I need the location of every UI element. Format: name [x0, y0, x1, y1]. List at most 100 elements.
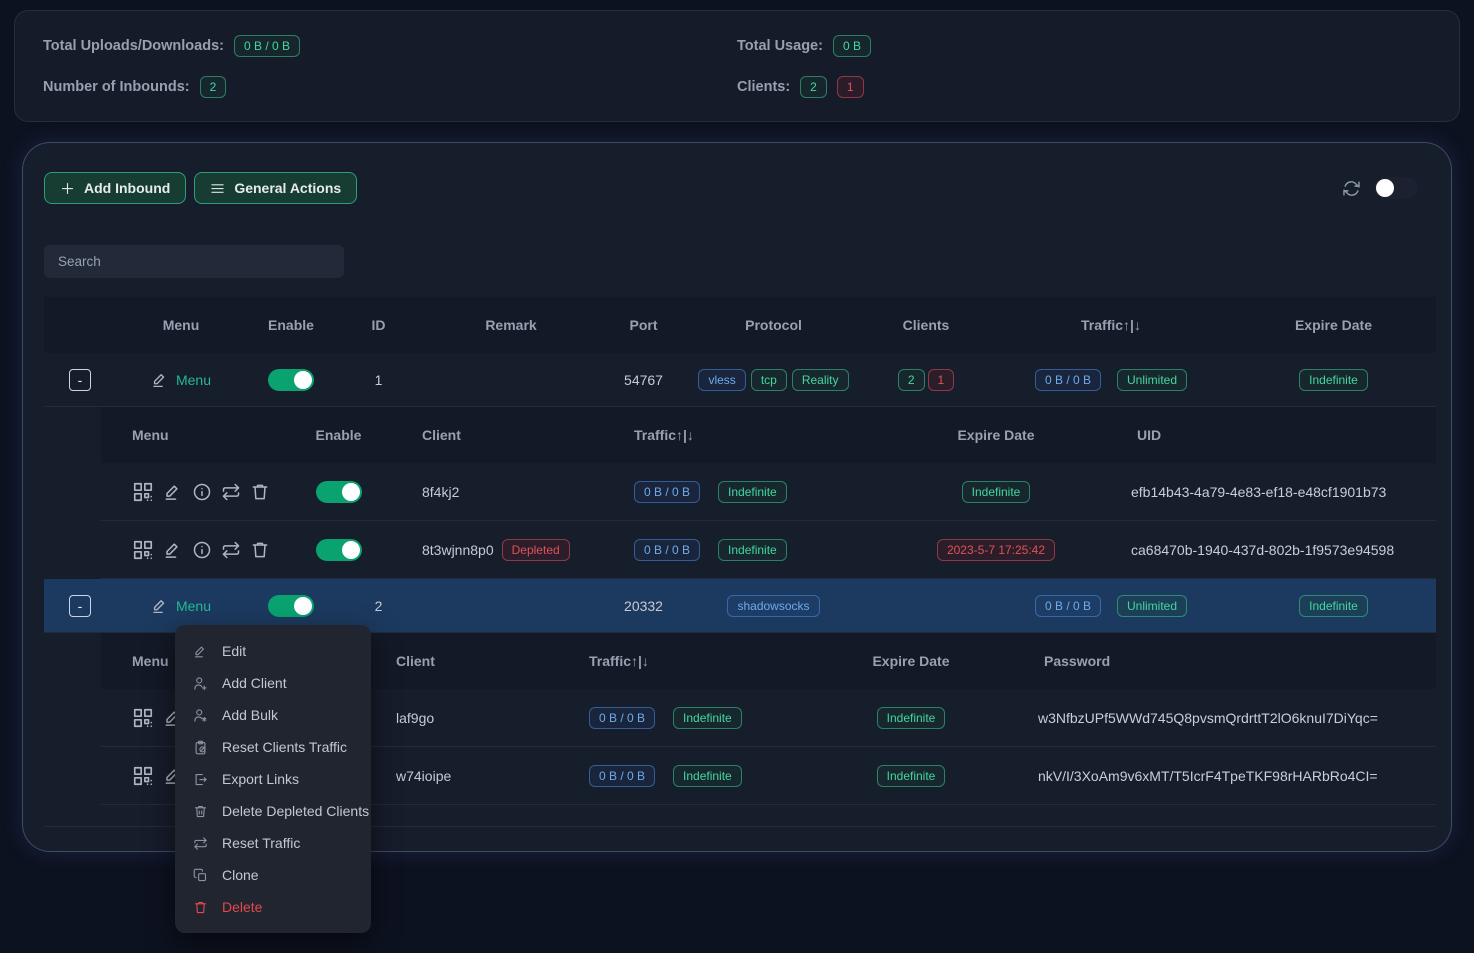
menu-item-add-client[interactable]: Add Client [175, 667, 371, 699]
inbound-context-menu: Edit Add Client Add Bulk Reset Clients T… [175, 625, 371, 933]
edit-pencil-icon[interactable] [163, 540, 183, 560]
client-enable-toggle[interactable] [316, 481, 362, 503]
header-menu: Menu [101, 407, 291, 463]
header-client: Client [381, 633, 561, 689]
client-traffic-badge: 0 B / 0 B [589, 765, 655, 787]
client-name: 8f4kj2 [386, 463, 586, 520]
header-port: Port [601, 297, 686, 353]
client-expire-badge: 2023-5-7 17:25:42 [937, 539, 1055, 561]
security-badge: Reality [792, 369, 849, 391]
number-of-inbounds-value: 2 [200, 76, 227, 98]
user-bulk-icon [193, 708, 208, 723]
delete-client-icon[interactable] [250, 482, 270, 502]
total-uploads-downloads-label: Total Uploads/Downloads: [43, 38, 224, 54]
inbound-remark [421, 353, 601, 406]
user-add-icon [193, 676, 208, 691]
toggle-knob [1376, 179, 1394, 197]
header-expire-date: Expire Date [821, 633, 1001, 689]
stats-right-column: Total Usage: 0 B Clients: 2 1 [737, 31, 1431, 101]
header-enable: Enable [246, 297, 336, 353]
client-row-8t3wjnn8p0: 8t3wjnn8p0 Depleted 0 B / 0 B Indefinite… [101, 521, 1436, 579]
header-password: Password [1001, 633, 1436, 689]
traffic-badge: 0 B / 0 B [1035, 595, 1101, 617]
client-total-badge: Indefinite [718, 539, 787, 561]
edit-pencil-icon [151, 597, 169, 615]
collapse-row-button[interactable]: - [69, 595, 91, 617]
header-client: Client [386, 407, 586, 463]
reset-traffic-icon[interactable] [221, 482, 241, 502]
clients-active-count: 2 [800, 76, 827, 98]
menu-item-edit[interactable]: Edit [175, 635, 371, 667]
inbound-enable-toggle[interactable] [268, 595, 314, 617]
header-expire-date: Expire Date [881, 407, 1111, 463]
client-enable-toggle[interactable] [316, 539, 362, 561]
menu-item-delete-depleted-clients[interactable]: Delete Depleted Clients [175, 795, 371, 827]
traffic-total-badge: Unlimited [1117, 369, 1187, 391]
menu-item-delete[interactable]: Delete [175, 891, 371, 923]
depleted-badge: Depleted [502, 539, 570, 561]
menu-item-add-bulk[interactable]: Add Bulk [175, 699, 371, 731]
qrcode-icon[interactable] [132, 539, 154, 561]
client-expire-badge: Indefinite [877, 765, 946, 787]
inbound-menu-trigger[interactable]: Menu [151, 597, 211, 615]
client-traffic-badge: 0 B / 0 B [589, 707, 655, 729]
client-total-badge: Indefinite [673, 707, 742, 729]
client-total-badge: Indefinite [718, 481, 787, 503]
qrcode-icon[interactable] [132, 707, 154, 729]
client-uid: efb14b43-4a79-4e83-ef18-e48cf1901b73 [1111, 463, 1436, 520]
menu-item-reset-traffic[interactable]: Reset Traffic [175, 827, 371, 859]
client-traffic-badge: 0 B / 0 B [634, 539, 700, 561]
client-uid: ca68470b-1940-437d-802b-1f9573e94598 [1111, 521, 1436, 578]
collapse-row-button[interactable]: - [69, 369, 91, 391]
client-total-badge: Indefinite [673, 765, 742, 787]
qrcode-icon[interactable] [132, 481, 154, 503]
general-actions-button[interactable]: General Actions [194, 172, 357, 204]
edit-pencil-icon[interactable] [163, 482, 183, 502]
client-expire-badge: Indefinite [877, 707, 946, 729]
inbound-row-1: - Menu 1 54767 vless tcp Reality 2 1 0 [44, 353, 1436, 407]
info-icon[interactable] [192, 482, 212, 502]
menu-item-clone[interactable]: Clone [175, 859, 371, 891]
client-password: nkV/I/3XoAm9v6xMT/T5IcrF4TpeTKF98rHARbRo… [1001, 747, 1436, 804]
plus-icon [60, 181, 75, 196]
header-remark: Remark [421, 297, 601, 353]
client-table-header: Menu Enable Client Traffic↑|↓ Expire Dat… [101, 407, 1436, 463]
client-password: w3NfbzUPf5WWd745Q8pvsmQrdrttT2lO6knuI7Di… [1001, 689, 1436, 746]
expire-badge: Indefinite [1299, 595, 1368, 617]
delete-client-icon[interactable] [250, 540, 270, 560]
header-menu: Menu [116, 297, 246, 353]
reset-traffic-icon[interactable] [221, 540, 241, 560]
clients-label: Clients: [737, 79, 790, 95]
clone-icon [193, 868, 208, 883]
refresh-icon[interactable] [1342, 179, 1361, 198]
reset-traffic-icon [193, 836, 208, 851]
protocol-badge: shadowsocks [727, 595, 819, 617]
edit-pencil-icon [151, 371, 169, 389]
search-input[interactable] [44, 245, 344, 278]
header-traffic[interactable]: Traffic↑|↓ [991, 297, 1231, 353]
dark-mode-toggle[interactable] [1374, 177, 1418, 199]
qrcode-icon[interactable] [132, 765, 154, 787]
inbounds-table-header: Menu Enable ID Remark Port Protocol Clie… [44, 297, 1436, 353]
menu-item-reset-clients-traffic[interactable]: Reset Clients Traffic [175, 731, 371, 763]
add-inbound-button[interactable]: Add Inbound [44, 172, 186, 204]
number-of-inbounds-label: Number of Inbounds: [43, 79, 190, 95]
header-traffic[interactable]: Traffic↑|↓ [586, 407, 881, 463]
inbound-remark [421, 579, 601, 632]
info-icon[interactable] [192, 540, 212, 560]
inbound-port: 20332 [601, 579, 686, 632]
menu-item-export-links[interactable]: Export Links [175, 763, 371, 795]
expire-badge: Indefinite [1299, 369, 1368, 391]
inbound-menu-trigger[interactable]: Menu [151, 371, 211, 389]
inbound-enable-toggle[interactable] [268, 369, 314, 391]
header-traffic[interactable]: Traffic↑|↓ [561, 633, 821, 689]
stats-card: Total Uploads/Downloads: 0 B / 0 B Numbe… [14, 10, 1460, 122]
protocol-badge: vless [698, 369, 745, 391]
delete-icon [193, 900, 208, 915]
menu-lines-icon [210, 181, 225, 196]
client-name: 8t3wjnn8p0 [422, 542, 494, 558]
export-icon [193, 772, 208, 787]
total-usage-label: Total Usage: [737, 38, 823, 54]
clients-active-badge: 2 [898, 369, 925, 391]
toolbar: Add Inbound General Actions [44, 172, 1436, 204]
